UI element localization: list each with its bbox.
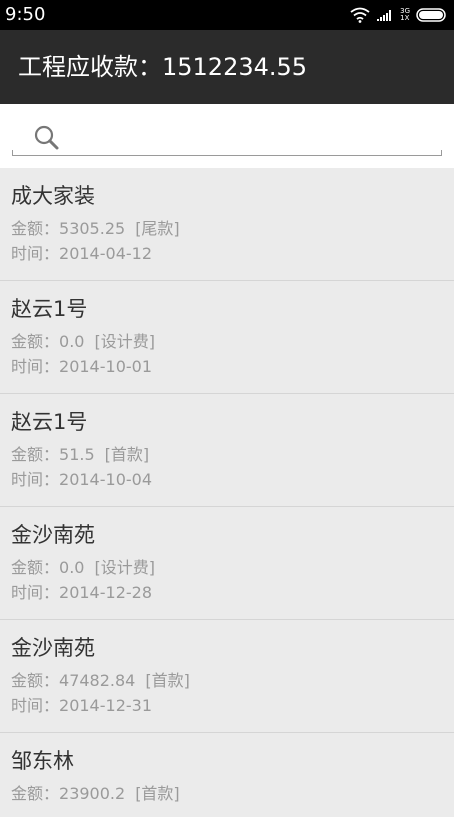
item-date-line: 时间：2014-04-12	[11, 243, 152, 265]
date-label: 时间：	[11, 357, 60, 376]
payment-type: [设计费]	[94, 332, 155, 351]
list-item[interactable]: 金沙南苑金额：0.0 [设计费] 时间：2014-12-28	[0, 507, 454, 620]
amount-label: 金额：	[11, 558, 60, 577]
amount-label: 金额：	[11, 671, 60, 690]
item-amount-line: 金额：0.0 [设计费]	[11, 331, 155, 353]
list-item[interactable]: 金沙南苑金额：47482.84 [首款] 时间：2014-12-31	[0, 620, 454, 733]
battery-icon	[416, 8, 446, 22]
amount-label: 金额：	[11, 219, 60, 238]
item-project-name: 成大家装	[11, 184, 95, 208]
page-title: 工程应收款：1512234.55	[18, 53, 308, 81]
payment-type: [首款]	[145, 671, 190, 690]
list-item[interactable]: 邹东林金额：23900.2 [首款]	[0, 733, 454, 817]
amount-label: 金额：	[11, 445, 60, 464]
search-input-underline	[12, 150, 442, 156]
payment-type: [首款]	[104, 445, 150, 464]
search-bar	[0, 104, 454, 168]
date-value: 2014-12-31	[59, 696, 152, 715]
item-date-line: 时间：2014-12-28	[11, 582, 152, 604]
network-type-indicator: 3G 1X	[400, 8, 410, 22]
item-amount-line: 金额：5305.25 [尾款]	[11, 218, 180, 240]
item-project-name: 赵云1号	[11, 410, 88, 434]
item-amount-line: 金额：47482.84 [首款]	[11, 670, 190, 692]
amount-label: 金额：	[11, 784, 60, 803]
status-icons: 3G 1X	[350, 4, 448, 26]
app-title-bar: 工程应收款：1512234.55	[0, 30, 454, 104]
amount-value: 0.0	[59, 332, 85, 351]
amount-value: 47482.84	[59, 671, 136, 690]
item-date-line: 时间：2014-10-01	[11, 356, 152, 378]
item-amount-line: 金额：51.5 [首款]	[11, 444, 149, 466]
date-value: 2014-12-28	[59, 583, 152, 602]
amount-value: 0.0	[59, 558, 85, 577]
amount-label: 金额：	[11, 332, 60, 351]
item-date-line: 时间：2014-12-31	[11, 695, 152, 717]
payment-type: [尾款]	[135, 219, 180, 238]
list-item[interactable]: 赵云1号金额：0.0 [设计费] 时间：2014-10-01	[0, 281, 454, 394]
item-project-name: 金沙南苑	[11, 636, 95, 660]
wifi-icon	[350, 7, 370, 23]
item-project-name: 赵云1号	[11, 297, 88, 321]
payment-type: [设计费]	[94, 558, 155, 577]
date-label: 时间：	[11, 696, 60, 715]
list-item[interactable]: 赵云1号金额：51.5 [首款] 时间：2014-10-04	[0, 394, 454, 507]
amount-value: 5305.25	[59, 219, 126, 238]
list-item[interactable]: 成大家装金额：5305.25 [尾款] 时间：2014-04-12	[0, 168, 454, 281]
payment-type: [首款]	[135, 784, 180, 803]
date-label: 时间：	[11, 583, 60, 602]
network-type-bottom: 1X	[400, 14, 410, 22]
status-bar: 9:50 3G 1X	[0, 0, 454, 30]
item-date-line: 时间：2014-10-04	[11, 469, 152, 491]
amount-value: 51.5	[59, 445, 95, 464]
date-label: 时间：	[11, 470, 60, 489]
date-label: 时间：	[11, 244, 60, 263]
receivables-list: 成大家装 金额：5305.25 [尾款] 时间：2014-04-12 赵云1号 金额：0.…	[0, 168, 454, 817]
date-value: 2014-10-04	[59, 470, 152, 489]
item-project-name: 邹东林	[11, 749, 74, 773]
status-time: 9:50	[5, 4, 46, 25]
date-value: 2014-10-01	[59, 357, 152, 376]
item-amount-line: 金额：23900.2 [首款]	[11, 783, 180, 805]
search-icon[interactable]	[33, 124, 61, 152]
signal-icon	[377, 10, 392, 21]
date-value: 2014-04-12	[59, 244, 152, 263]
item-amount-line: 金额：0.0 [设计费]	[11, 557, 155, 579]
amount-value: 23900.2	[59, 784, 126, 803]
app-screen: 9:50 3G 1X 工程应收款：1512234.55 成大家装 金额：5305…	[0, 0, 454, 817]
item-project-name: 金沙南苑	[11, 523, 95, 547]
